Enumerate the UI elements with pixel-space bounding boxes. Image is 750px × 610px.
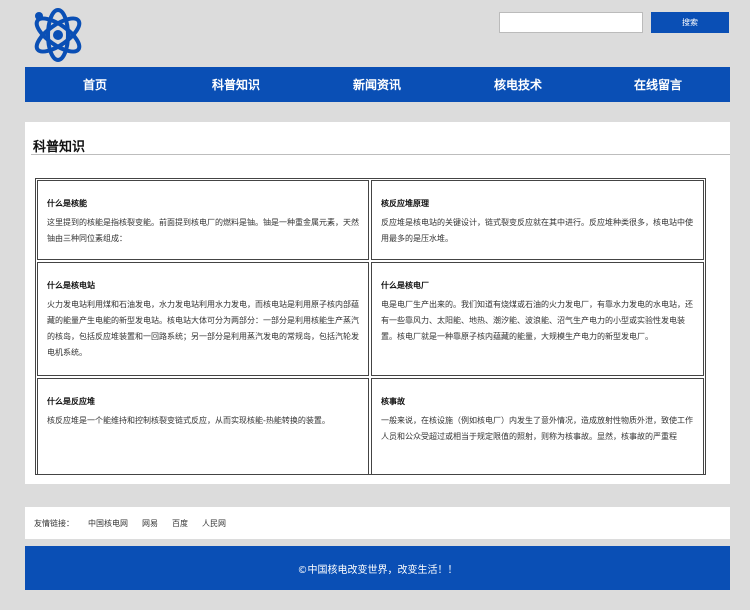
nav-item-technology[interactable]: 核电技术 <box>494 76 542 93</box>
search-button[interactable]: 搜索 <box>651 12 729 33</box>
page-title: 科普知识 <box>33 140 86 155</box>
friendly-links: 友情链接： 中国核电网 网易 百度 人民网 <box>25 507 730 539</box>
link-people[interactable]: 人民网 <box>202 518 226 529</box>
title-divider <box>31 154 730 155</box>
cell-text: 火力发电站利用煤和石油发电，水力发电站利用水力发电，而核电站是利用原子核内部蕴藏… <box>47 300 359 357</box>
cell-title: 什么是反应堆 <box>47 397 95 406</box>
search-input[interactable] <box>499 12 643 33</box>
nav-item-home[interactable]: 首页 <box>83 76 107 93</box>
nav-item-message[interactable]: 在线留言 <box>634 76 682 93</box>
knowledge-cell: 什么是核能 这里提到的核能是指核裂变能。前面提到核电厂的燃料是铀。铀是一种重金属… <box>37 180 369 260</box>
cell-text: 核反应堆是一个能维持和控制核裂变链式反应，从而实现核能-热能转换的装置。 <box>47 416 330 425</box>
atom-logo-icon <box>30 4 86 62</box>
knowledge-cell: 核事故 一般来说，在核设施（例如核电厂）内发生了意外情况，造成放射性物质外泄，致… <box>371 378 704 475</box>
cell-text: 电是电厂生产出来的。我们知道有烧煤或石油的火力发电厂，有靠水力发电的水电站，还有… <box>381 300 693 341</box>
cell-text: 这里提到的核能是指核裂变能。前面提到核电厂的燃料是铀。铀是一种重金属元素，天然铀… <box>47 218 359 243</box>
link-cnnp[interactable]: 中国核电网 <box>88 518 128 529</box>
links-label: 友情链接： <box>34 518 74 528</box>
knowledge-cell: 什么是核电站 火力发电站利用煤和石油发电，水力发电站利用水力发电，而核电站是利用… <box>37 262 369 376</box>
nav-item-science[interactable]: 科普知识 <box>212 76 260 93</box>
cell-text: 反应堆是核电站的关键设计，链式裂变反应就在其中进行。反应堆种类很多，核电站中使用… <box>381 218 693 243</box>
cell-title: 什么是核电厂 <box>381 281 429 290</box>
cell-text: 一般来说，在核设施（例如核电厂）内发生了意外情况，造成放射性物质外泄，致使工作人… <box>381 416 693 441</box>
cell-title: 什么是核能 <box>47 199 87 208</box>
knowledge-cell: 核反应堆原理 反应堆是核电站的关键设计，链式裂变反应就在其中进行。反应堆种类很多… <box>371 180 704 260</box>
footer-text: ©中国核电改变世界，改变生活！！ <box>297 564 458 576</box>
knowledge-table: 什么是核能 这里提到的核能是指核裂变能。前面提到核电厂的燃料是铀。铀是一种重金属… <box>35 178 706 475</box>
main-content: 科普知识 什么是核能 这里提到的核能是指核裂变能。前面提到核电厂的燃料是铀。铀是… <box>25 122 730 484</box>
cell-title: 什么是核电站 <box>47 281 95 290</box>
main-nav: 首页 科普知识 新闻资讯 核电技术 在线留言 <box>25 67 730 102</box>
nav-item-news[interactable]: 新闻资讯 <box>353 76 401 93</box>
link-baidu[interactable]: 百度 <box>172 518 188 529</box>
cell-title: 核反应堆原理 <box>381 199 429 208</box>
knowledge-cell: 什么是核电厂 电是电厂生产出来的。我们知道有烧煤或石油的火力发电厂，有靠水力发电… <box>371 262 704 376</box>
cell-title: 核事故 <box>381 397 405 406</box>
knowledge-cell: 什么是反应堆 核反应堆是一个能维持和控制核裂变链式反应，从而实现核能-热能转换的… <box>37 378 369 475</box>
footer: ©中国核电改变世界，改变生活！！ <box>25 546 730 590</box>
link-netease[interactable]: 网易 <box>142 518 158 529</box>
